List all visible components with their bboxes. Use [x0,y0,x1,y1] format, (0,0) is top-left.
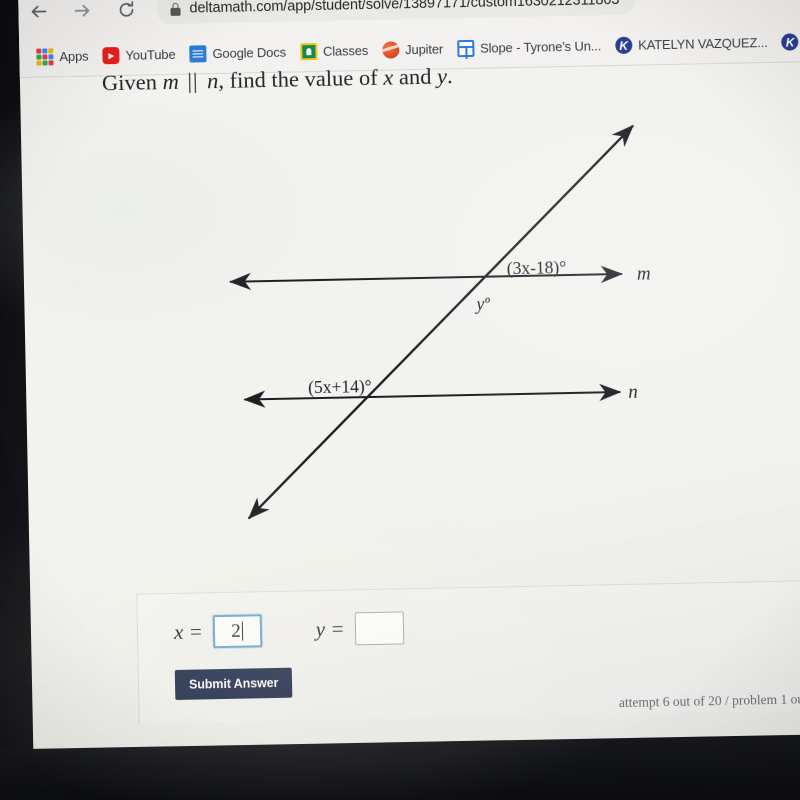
angle-label-y: yº [476,293,490,314]
address-bar-url: deltamath.com/app/student/solve/13897171… [189,0,620,17]
prompt-var-x: x [382,64,394,90]
prompt-suffix: , find the value of [218,64,378,93]
line-m-label: m [636,263,651,285]
y-input[interactable] [354,611,404,646]
bookmark-label: Google Docs [212,44,287,62]
bookmark-youtube[interactable]: YouTube [97,43,184,68]
bookmark-label: Apps [59,48,89,65]
line-n-label: n [628,381,638,403]
attempt-status: attempt 6 out of 20 / problem 1 out of [618,691,800,711]
x-input-value: 2 [231,620,241,642]
transversal-path-reverse [247,124,634,520]
lock-icon [170,2,181,16]
bookmark-label: KATELYN VAZQUEZ... [637,34,768,53]
line-n-left-ray [243,390,621,408]
bookmark-label: YouTube [125,46,176,63]
kahoot-icon: K [614,36,633,55]
apps-grid-icon [36,48,54,66]
reload-icon[interactable] [112,0,141,24]
back-arrow-icon[interactable] [24,0,53,26]
prompt-parallel-symbol: || [187,68,199,94]
x-input[interactable]: 2 [212,614,263,649]
jupiter-icon [381,41,400,59]
bookmark-label: Classes [322,42,369,59]
answer-inputs-row: x = 2 y = [174,611,404,649]
slope-doc-icon [456,39,475,58]
bookmark-slope-doc[interactable]: Slope - Tyrone's Un... [452,34,610,60]
bookmark-label: Slope - Tyrone's Un... [479,38,602,56]
bookmark-katelyn-vazquez[interactable]: K KATELYN VAZQUEZ... [610,31,777,57]
prompt-var-y: y [436,63,448,89]
y-label: y = [315,616,345,642]
prompt-period: . [446,63,453,89]
kahoot-icon: K [781,33,799,51]
angle-label-lower: (5x+14)° [307,375,372,398]
prompt-prefix: Given [101,69,158,96]
text-caret [241,621,244,641]
x-label: x = [173,619,203,644]
monitor-photo: deltamath.com/app/student/solve/13897171… [0,0,800,800]
bookmark-classes[interactable]: Classes [295,39,378,64]
bookmark-label: Jupiter [404,41,444,58]
angle-label-upper: (3x-18)° [506,257,567,279]
bookmark-apps[interactable]: Apps [31,44,97,68]
forward-arrow-icon[interactable] [68,0,97,25]
parallel-lines-diagram: m n (3x-18)° yº (5x+14)° [141,114,710,585]
screen-surface: deltamath.com/app/student/solve/13897171… [18,0,800,786]
prompt-and: and [398,63,432,90]
google-docs-icon [189,45,207,63]
address-bar[interactable]: deltamath.com/app/student/solve/13897171… [156,0,636,25]
submit-answer-button[interactable]: Submit Answer [174,667,293,700]
bookmark-google-docs[interactable]: Google Docs [184,40,295,65]
answer-panel: x = 2 y = Submit Answer attempt 6 out of… [136,579,800,724]
bookmark-jupiter[interactable]: Jupiter [377,37,452,62]
bookmark-kahoot-extra[interactable]: K K [776,30,800,54]
diagram-svg [228,124,634,520]
youtube-icon [102,46,120,65]
prompt-line-m: m [162,68,180,95]
google-classroom-icon [299,43,318,61]
